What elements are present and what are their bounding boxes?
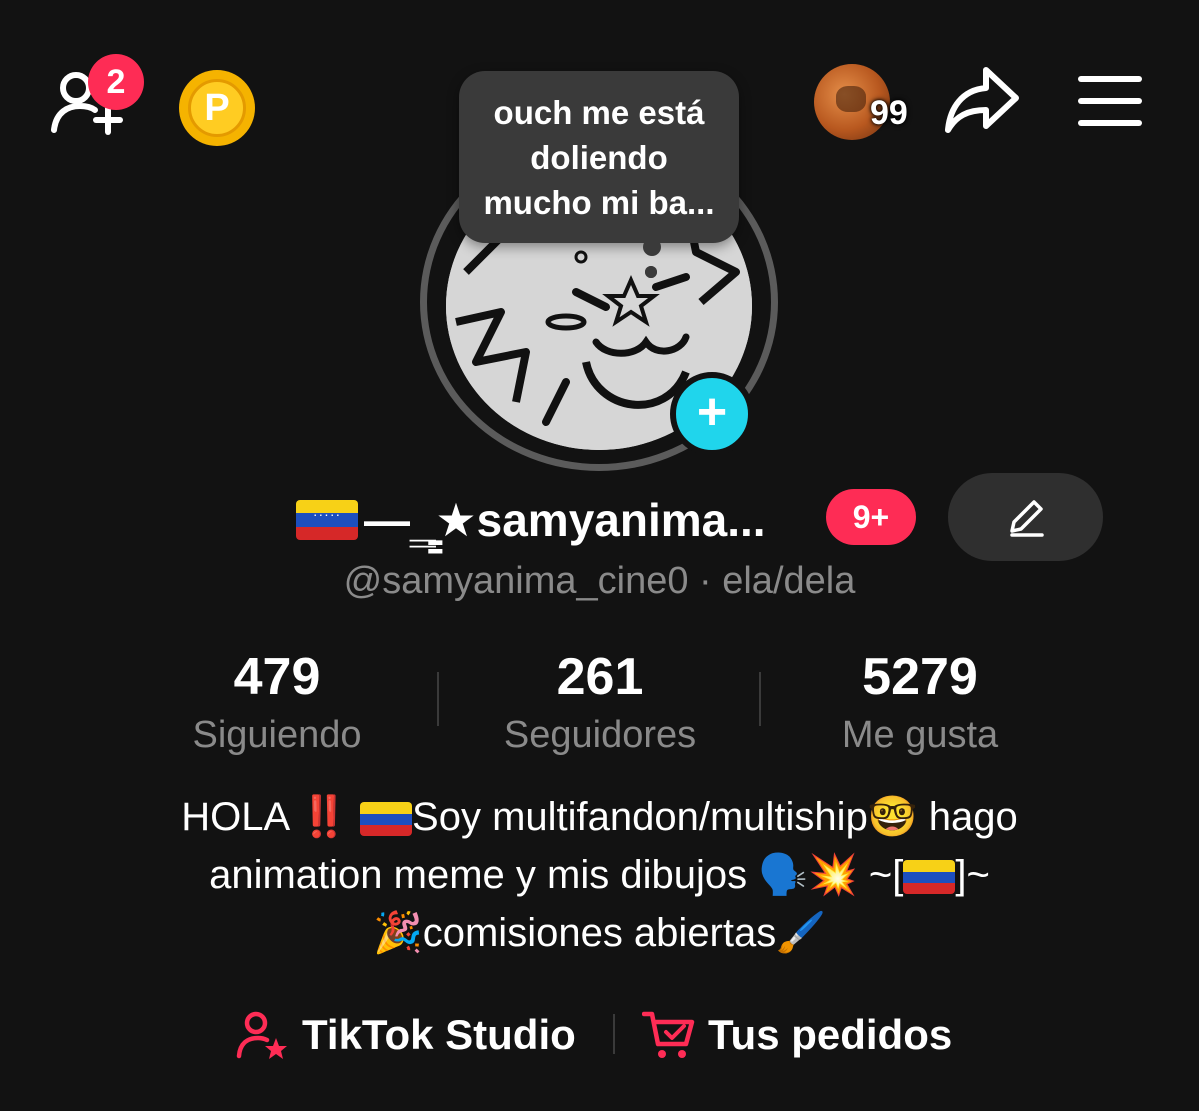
menu-line [1078,76,1142,82]
links-divider [613,1014,615,1054]
venezuela-flag-icon [296,500,358,540]
plus-icon: + [696,383,728,441]
edit-profile-button[interactable] [948,473,1103,561]
menu-line [1078,98,1142,104]
bio-line-2: animation meme y mis dibujos 🗣️💥 ~[ ]~ [0,846,1199,904]
profile-note-text: ouch me está doliendo mucho mi ba... [483,93,715,221]
name-notification-badge[interactable]: 9+ [826,489,916,545]
note-bubble-tail [643,238,661,256]
bio-line-1: HOLA ‼️ Soy multifandon/multiship🤓 hago [0,788,1199,846]
likes-count: 5279 [862,648,978,706]
bio-text: animation meme y mis dibujos 🗣️💥 ~[ [209,853,904,897]
viewers-count: 99 [870,94,908,132]
stat-followers[interactable]: 261 Seguidores [450,645,750,761]
cart-check-icon [642,1011,695,1058]
bio-text: Soy multifandon/multiship🤓 hago [412,795,1018,839]
share-arrow-icon [945,67,1019,133]
stat-divider [437,672,439,726]
menu-button[interactable] [1078,76,1142,128]
profile-viewers-button[interactable]: 99 [814,62,924,142]
following-label: Siguiendo [192,714,362,756]
display-name: —‗̳★samyanima... [364,494,766,546]
username-handle: @samyanima_cine0 · ela/dela [343,560,856,602]
bio-text: HOLA ‼️ [181,795,361,839]
stat-divider [759,672,761,726]
person-star-icon [236,1011,287,1059]
stat-likes[interactable]: 5279 Me gusta [770,645,1070,761]
add-friends-button[interactable]: 2 [50,54,144,142]
note-bubble-tail [645,266,657,278]
menu-line [1078,120,1142,126]
stat-following[interactable]: 479 Siguiendo [127,645,427,761]
venezuela-flag-icon [360,802,413,836]
venezuela-flag-icon [903,860,956,894]
followers-count: 261 [556,648,644,706]
likes-label: Me gusta [841,714,999,756]
following-count: 479 [233,648,321,706]
display-name-row: —‗̳★samyanima... [296,488,766,552]
orders-label: Tus pedidos [708,1011,953,1058]
tiktok-studio-label: TikTok Studio [302,1011,576,1058]
share-button[interactable] [942,64,1022,140]
add-story-button[interactable]: + [670,372,754,456]
profile-note-bubble[interactable]: ouch me está doliendo mucho mi ba... [459,71,739,243]
pencil-icon [1009,500,1044,537]
tiktok-studio-link[interactable]: TikTok Studio [236,1005,576,1065]
bio-text: ]~ [955,853,990,897]
followers-label: Seguidores [503,714,697,756]
bio-line-3: 🎉comisiones abiertas🖌️ [372,911,827,955]
coin-icon: P [188,79,246,137]
orders-link[interactable]: Tus pedidos [642,1005,952,1065]
notification-badge: 2 [88,54,144,110]
profile-bio: HOLA ‼️ Soy multifandon/multiship🤓 hago … [0,788,1199,962]
coins-button[interactable]: P [179,70,255,146]
